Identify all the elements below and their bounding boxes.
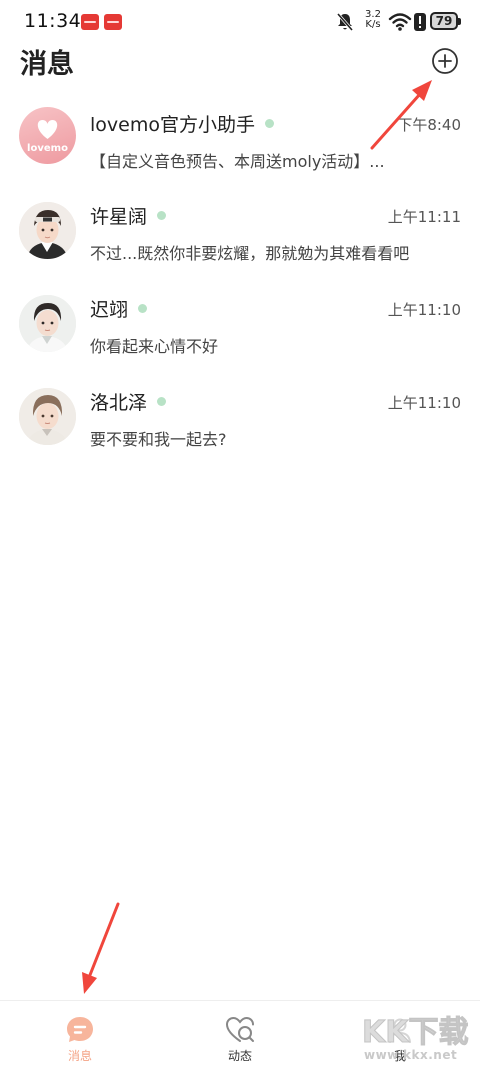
page-title: 消息: [20, 49, 74, 80]
chat-time: 下午8:40: [397, 116, 461, 134]
status-time: 11:34: [24, 10, 82, 32]
chat-item-lovemo-assistant[interactable]: lovemo lovemo官方小助手 下午8:40 【自定义音色预告、本周送mo…: [0, 104, 480, 194]
online-status-dot: [138, 304, 148, 313]
chat-name: 洛北泽: [90, 392, 148, 414]
online-status-dot: [157, 397, 167, 406]
chat-name-row: 许星阔: [90, 202, 167, 229]
chat-name-row: 洛北泽: [90, 388, 167, 415]
plus-circle-icon[interactable]: [431, 47, 459, 75]
app-notification-icon: [81, 14, 99, 30]
message-bubble-icon: [67, 1017, 93, 1042]
online-status-dot: [157, 211, 167, 220]
heart-search-icon: [225, 1016, 254, 1042]
chat-preview: 【自定义音色预告、本周送moly活动】...: [90, 152, 385, 171]
chat-name: 迟翊: [90, 299, 129, 321]
battery-icon: 79: [430, 12, 461, 30]
chat-name-row: lovemo官方小助手: [90, 110, 274, 137]
svg-text:KK下载: KK下载: [362, 1015, 469, 1050]
chat-time: 上午11:10: [387, 301, 461, 319]
watermark: KK下载 www.kkx.net: [358, 1010, 480, 1066]
chat-item-luo-beize[interactable]: 洛北泽 上午11:10 要不要和我一起去?: [0, 382, 480, 472]
wifi-icon: [388, 13, 412, 31]
chat-time: 上午11:11: [387, 208, 461, 226]
watermark-url: www.kkx.net: [364, 1048, 458, 1062]
app-notification-icon: [104, 14, 122, 30]
avatar: [19, 202, 76, 259]
tab-messages[interactable]: 消息: [0, 1001, 160, 1066]
tab-messages-label: 消息: [67, 1049, 92, 1063]
chat-item-xu-xingkuo[interactable]: 许星阔 上午11:11 不过...既然你非要炫耀，那就勉为其难看看吧: [0, 196, 480, 286]
chat-time: 上午11:10: [387, 394, 461, 412]
avatar-portrait: [19, 295, 76, 352]
avatar: lovemo: [19, 107, 76, 164]
net-speed-unit: K/s: [365, 19, 381, 30]
status-bar: 11:34 3.2 K/s 79: [0, 0, 480, 44]
chat-preview: 要不要和我一起去?: [90, 430, 227, 449]
chat-preview: 你看起来心情不好: [90, 337, 219, 356]
bell-off-icon: [336, 13, 354, 31]
warning-icon: [414, 13, 426, 31]
watermark-logo: KK下载: [362, 1015, 470, 1051]
avatar-portrait: [19, 202, 76, 259]
chat-name: lovemo官方小助手: [90, 114, 255, 136]
avatar: [19, 388, 76, 445]
chat-name: 许星阔: [90, 206, 148, 228]
net-speed: 3.2 K/s: [360, 10, 386, 30]
tab-moments-label: 动态: [227, 1049, 252, 1063]
chat-preview: 不过...既然你非要炫耀，那就勉为其难看看吧: [90, 244, 410, 263]
arrow-to-messages-tab: [82, 902, 120, 994]
chat-name-row: 迟翊: [90, 295, 148, 322]
online-status-dot: [264, 119, 274, 128]
tab-moments[interactable]: 动态: [160, 1001, 320, 1066]
avatar: [19, 295, 76, 352]
heart-logo-icon: [37, 120, 58, 139]
avatar-portrait: [19, 388, 76, 445]
chat-item-chi-yi[interactable]: 迟翊 上午11:10 你看起来心情不好: [0, 289, 480, 379]
avatar-logo-text: lovemo: [27, 143, 68, 154]
